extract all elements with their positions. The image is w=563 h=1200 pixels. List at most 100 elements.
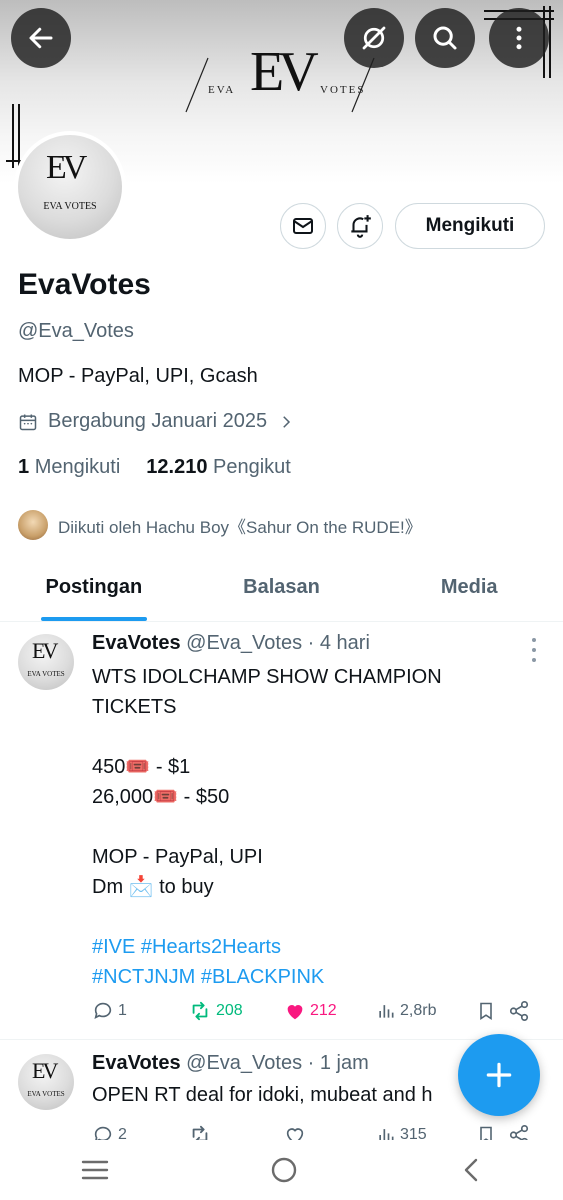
post-time: · 4 hari bbox=[307, 632, 370, 654]
reply-icon bbox=[94, 1126, 112, 1140]
message-button[interactable] bbox=[280, 203, 326, 249]
like-count: 212 bbox=[310, 1002, 337, 1019]
back-button[interactable] bbox=[11, 8, 71, 68]
post-line bbox=[92, 722, 532, 752]
banner-decor-line bbox=[12, 104, 14, 168]
repost-count: 208 bbox=[216, 1002, 243, 1019]
reply-icon bbox=[94, 1002, 112, 1019]
followers-count: 12.210 bbox=[146, 456, 208, 478]
tab-replies[interactable]: Balasan bbox=[188, 560, 376, 621]
tab-media[interactable]: Media bbox=[375, 560, 563, 621]
post-line bbox=[92, 812, 532, 842]
calendar-icon bbox=[19, 414, 37, 430]
following-stat[interactable]: 1 Mengikuti bbox=[18, 456, 120, 479]
heart-icon bbox=[286, 1128, 304, 1140]
post-avatar-caption: EVA VOTES bbox=[27, 1090, 65, 1098]
profile-handle: @Eva_Votes bbox=[18, 320, 134, 342]
mail-icon bbox=[293, 218, 313, 234]
post-line: 450🎟️ - $1 bbox=[92, 756, 191, 778]
bookmark-button[interactable] bbox=[476, 1124, 508, 1140]
post-line: TICKETS bbox=[92, 696, 177, 718]
tab-posts-label: Postingan bbox=[45, 576, 143, 598]
post-author-handle[interactable]: @Eva_Votes bbox=[186, 632, 302, 654]
joined-text: Bergabung Januari 2025 bbox=[48, 410, 268, 432]
post-avatar-monogram: EV bbox=[32, 1058, 58, 1083]
profile-avatar-image: EV EVA VOTES bbox=[18, 135, 122, 239]
post-author-name[interactable]: EvaVotes bbox=[92, 1052, 181, 1074]
bookmark-button[interactable] bbox=[476, 1000, 508, 1022]
followers-stat[interactable]: 12.210 Pengikut bbox=[146, 456, 291, 479]
reply-count: 1 bbox=[118, 1002, 127, 1019]
views-count: 315 bbox=[400, 1126, 427, 1140]
post-hashtags[interactable]: #NCTJNJM #BLACKPINK bbox=[92, 962, 532, 992]
post-author-avatar[interactable]: EV EVA VOTES bbox=[18, 634, 74, 690]
chevron-right-icon bbox=[283, 415, 291, 428]
share-icon bbox=[509, 1125, 529, 1140]
bookmark-icon bbox=[480, 1002, 492, 1020]
profile-bio: MOP - PayPal, UPI, Gcash bbox=[18, 365, 258, 387]
repost-button[interactable]: 208 bbox=[188, 1000, 284, 1022]
repost-icon bbox=[192, 1001, 208, 1021]
post-avatar-caption: EVA VOTES bbox=[27, 670, 65, 678]
reply-button[interactable]: 1 bbox=[92, 1000, 188, 1022]
search-button[interactable] bbox=[415, 8, 475, 68]
grok-button[interactable] bbox=[344, 8, 404, 68]
followers-label: Pengikut bbox=[213, 456, 291, 478]
system-navigation-bar bbox=[0, 1140, 563, 1200]
compose-post-button[interactable] bbox=[458, 1034, 540, 1116]
share-button[interactable] bbox=[508, 1000, 536, 1022]
profile-tabs: Postingan Balasan Media bbox=[0, 560, 563, 622]
post-hashtags[interactable]: #IVE #Hearts2Hearts bbox=[92, 932, 532, 962]
share-button[interactable] bbox=[508, 1124, 536, 1140]
active-tab-indicator bbox=[40, 617, 147, 621]
like-button[interactable] bbox=[284, 1124, 376, 1140]
home-icon[interactable] bbox=[270, 1156, 298, 1184]
post-actions: 1 208 212 2,8rb bbox=[92, 1000, 537, 1022]
tab-replies-label: Balasan bbox=[243, 576, 320, 598]
views-button[interactable]: 2,8rb bbox=[376, 1001, 476, 1021]
notify-button[interactable] bbox=[337, 203, 383, 249]
post-actions: 2 315 bbox=[92, 1124, 537, 1140]
profile-display-name: EvaVotes bbox=[18, 268, 151, 301]
tab-posts[interactable]: Postingan bbox=[0, 560, 188, 621]
post-text: WTS IDOLCHAMP SHOW CHAMPION TICKETS 450🎟… bbox=[92, 662, 532, 992]
grok-icon bbox=[362, 26, 386, 50]
profile-avatar[interactable]: EV EVA VOTES bbox=[14, 131, 126, 243]
views-button[interactable]: 315 bbox=[376, 1125, 476, 1140]
followed-by-row[interactable]: Diikuti oleh Hachu Boy《Sahur On the RUDE… bbox=[18, 510, 422, 540]
post-line bbox=[92, 902, 532, 932]
like-button[interactable]: 212 bbox=[284, 1000, 376, 1022]
arrow-left-icon bbox=[29, 27, 53, 49]
repost-icon bbox=[192, 1125, 208, 1140]
joined-date[interactable]: Bergabung Januari 2025 bbox=[18, 410, 295, 433]
avatar-monogram: EV bbox=[46, 149, 87, 186]
post-line: Dm 📩 to buy bbox=[92, 876, 214, 898]
banner-word-left: EVA bbox=[208, 84, 236, 96]
post-author-name[interactable]: EvaVotes bbox=[92, 632, 181, 654]
banner-decor-line bbox=[549, 6, 551, 78]
share-icon bbox=[509, 1001, 529, 1021]
banner-decor-line bbox=[18, 104, 20, 168]
repost-button[interactable] bbox=[188, 1124, 284, 1140]
post-line: 26,000🎟️ - $50 bbox=[92, 786, 230, 808]
post-more-button[interactable] bbox=[524, 638, 544, 662]
search-icon bbox=[433, 26, 457, 50]
tab-media-label: Media bbox=[440, 576, 498, 598]
post-line: MOP - PayPal, UPI bbox=[92, 846, 263, 868]
reply-button[interactable]: 2 bbox=[92, 1124, 188, 1140]
follower-avatar bbox=[18, 510, 48, 540]
back-icon[interactable] bbox=[460, 1157, 482, 1183]
more-options-button[interactable] bbox=[489, 8, 549, 68]
followed-by-text: Diikuti oleh Hachu Boy《Sahur On the RUDE… bbox=[58, 517, 422, 537]
post-author-avatar[interactable]: EV EVA VOTES bbox=[18, 1054, 74, 1110]
recent-apps-icon[interactable] bbox=[81, 1159, 109, 1181]
follow-stats: 1 Mengikuti 12.210 Pengikut bbox=[18, 456, 291, 479]
post-author-handle[interactable]: @Eva_Votes bbox=[186, 1052, 302, 1074]
banner-word-right: VOTES bbox=[320, 84, 366, 96]
bookmark-icon bbox=[480, 1126, 492, 1140]
following-count: 1 bbox=[18, 456, 30, 478]
following-button[interactable]: Mengikuti bbox=[395, 203, 545, 249]
reply-count: 2 bbox=[118, 1126, 127, 1140]
post-item[interactable]: EV EVA VOTES EvaVotes @Eva_Votes · 4 har… bbox=[0, 622, 563, 1040]
views-icon bbox=[379, 1005, 394, 1018]
